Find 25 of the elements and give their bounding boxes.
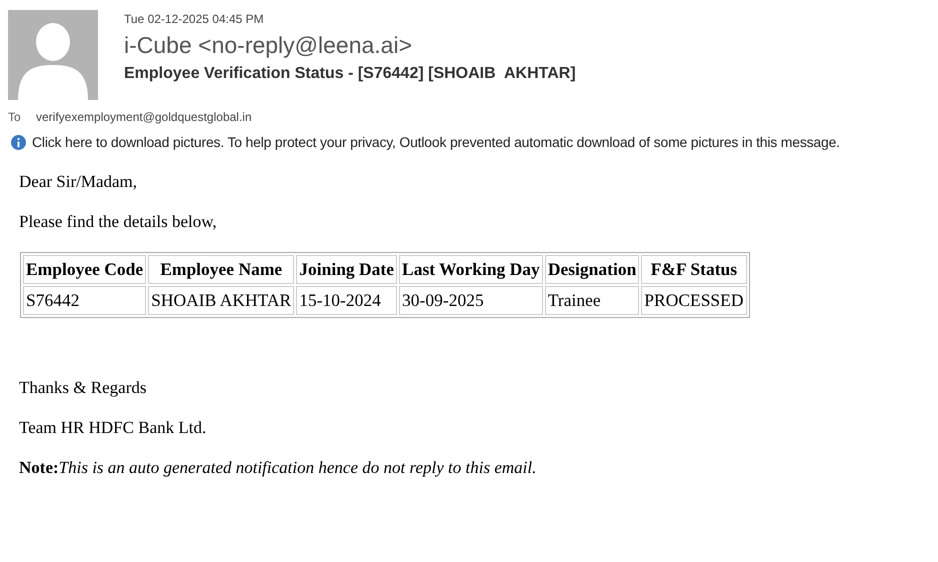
to-label: To — [8, 110, 22, 124]
email-subject: Employee Verification Status - [S76442] [SHOAIB AKHTAR] — [124, 65, 576, 83]
sender-name: i-Cube <no-reply@leena.ai> — [124, 32, 414, 59]
column-header: Designation — [544, 255, 640, 284]
download-pictures-link[interactable]: Click here to download pictures. To help protect your privacy, Outlook prevented automatic download of some pictures in this message. — [32, 134, 840, 150]
table-cell: Trainee — [544, 286, 640, 315]
column-header: F&F Status — [641, 255, 746, 284]
note-text: Note:This is an auto generated notification hence do not reply to this email. — [19, 458, 538, 478]
table-cell: 30-09-2025 — [399, 286, 543, 315]
signature-text: Team HR HDFC Bank Ltd. — [19, 418, 208, 438]
intro-text: Please find the details below, — [19, 212, 218, 232]
column-header: Last Working Day — [399, 255, 543, 284]
column-header: Joining Date — [296, 255, 398, 284]
recipient-address: verifyexemployment@goldquestglobal.in — [36, 110, 252, 124]
greeting-text: Dear Sir/Madam, — [19, 172, 138, 192]
column-header: Employee Code — [23, 255, 146, 284]
table-cell: PROCESSED — [641, 286, 746, 315]
sent-date: Tue 02-12-2025 04:45 PM — [124, 12, 265, 26]
info-icon — [11, 134, 26, 150]
table-cell: SHOAIB AKHTAR — [148, 286, 294, 315]
closing-text: Thanks & Regards — [19, 378, 148, 398]
table-cell: S76442 — [23, 286, 146, 315]
table-cell: 15-10-2024 — [296, 286, 398, 315]
column-header: Employee Name — [148, 255, 294, 284]
avatar-icon — [8, 10, 98, 100]
